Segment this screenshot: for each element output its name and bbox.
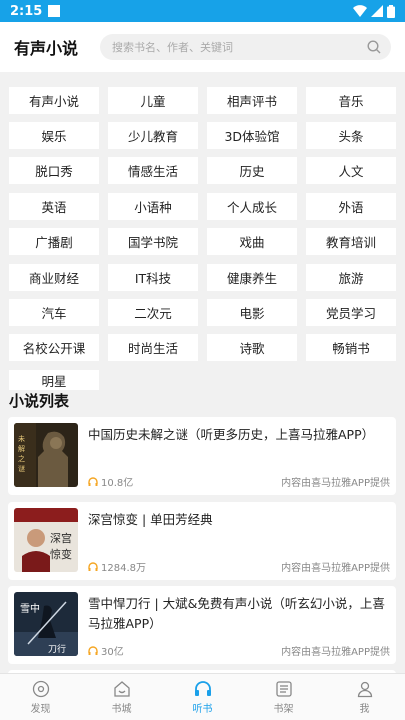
nav-label: 我 [359,703,370,715]
swordsman-cover: 雪中 刀行 [14,592,78,656]
category-item[interactable]: 历史 [207,157,297,184]
play-count: 30亿 [88,643,124,658]
category-item[interactable]: 外语 [306,193,396,220]
storyteller-cover: 深宫 惊变 [14,508,78,572]
play-count-value: 1284.8万 [101,563,146,574]
nav-label: 听书 [192,703,213,715]
section-title: 小说列表 [9,392,70,410]
nav-discover[interactable]: 发现 [0,674,81,720]
book-title: 深宫惊变 | 单田芳经典 [88,512,213,527]
category-item[interactable]: 相声评书 [207,87,297,114]
search-icon[interactable] [367,40,381,54]
search-bar[interactable] [100,34,391,60]
svg-text:雪中: 雪中 [20,602,40,615]
notification-icon [48,5,61,17]
terracotta-warrior-cover: 未 解 之 谜 [14,423,78,487]
category-item[interactable]: 时尚生活 [108,334,198,361]
headphones-small-icon [88,476,98,486]
book-card[interactable]: 雪中 刀行 雪中悍刀行 | 大斌&免费有声小说（听玄幻小说，上喜马拉雅APP） … [8,586,396,664]
category-item[interactable]: 少儿教育 [108,122,198,149]
category-item[interactable]: 头条 [306,122,396,149]
play-count: 1284.8万 [88,559,146,574]
bottom-nav: 发现 书城 听书 书架 我 [0,673,405,720]
provider-note: 内容由喜马拉雅APP提供 [281,647,390,658]
bookshelf-icon [275,680,292,697]
headphones-icon [194,680,211,696]
category-item[interactable]: 英语 [9,193,99,220]
category-item[interactable]: 脱口秀 [9,157,99,184]
status-bar: 2:15 [0,0,405,22]
category-item[interactable]: 健康养生 [207,264,297,291]
provider-note: 内容由喜马拉雅APP提供 [281,563,390,574]
nav-bookshelf[interactable]: 书架 [243,674,324,720]
bookstore-icon [113,680,130,697]
category-item[interactable]: 广播剧 [9,228,99,255]
nav-label: 发现 [30,703,51,715]
category-item[interactable]: 音乐 [306,87,396,114]
search-input[interactable] [112,40,367,54]
clock: 2:15 [10,3,43,19]
category-item[interactable]: 明星 [9,370,99,390]
category-item[interactable]: 儿童 [108,87,198,114]
page-title: 有声小说 [14,39,79,58]
nav-listen[interactable]: 听书 [162,674,243,720]
category-item[interactable]: 二次元 [108,299,198,326]
svg-text:谜: 谜 [18,464,25,473]
play-count-value: 30亿 [101,647,124,658]
headphones-small-icon [88,645,98,655]
category-item[interactable]: 国学书院 [108,228,198,255]
nav-bookstore[interactable]: 书城 [81,674,162,720]
compass-icon [32,680,49,697]
category-item[interactable]: 个人成长 [207,193,297,220]
svg-text:惊变: 惊变 [50,547,72,561]
svg-text:深宫: 深宫 [50,531,72,545]
category-item[interactable]: 旅游 [306,264,396,291]
category-item[interactable]: 畅销书 [306,334,396,361]
category-item[interactable]: 党员学习 [306,299,396,326]
svg-text:解: 解 [18,444,25,453]
category-item[interactable]: 人文 [306,157,396,184]
user-icon [357,681,372,697]
provider-note: 内容由喜马拉雅APP提供 [281,478,390,489]
category-item[interactable]: 小语种 [108,193,198,220]
book-card[interactable]: 未 解 之 谜 中国历史未解之谜（听更多历史，上喜马拉雅APP） 10.8亿 内… [8,417,396,495]
signal-icon [371,5,383,17]
category-item[interactable]: 诗歌 [207,334,297,361]
category-item[interactable]: IT科技 [108,264,198,291]
book-card[interactable]: 深宫 惊变 深宫惊变 | 单田芳经典 1284.8万 内容由喜马拉雅APP提供 [8,502,396,580]
svg-text:之: 之 [18,454,25,463]
category-item[interactable]: 情感生活 [108,157,198,184]
battery-icon [387,4,395,18]
nav-label: 书架 [273,703,294,715]
play-count-value: 10.8亿 [101,478,134,489]
book-title: 雪中悍刀行 | 大斌&免费有声小说（听玄幻小说，上喜马拉雅APP） [88,596,385,631]
category-item[interactable]: 3D体验馆 [207,122,297,149]
category-item[interactable]: 有声小说 [9,87,99,114]
category-item[interactable]: 戏曲 [207,228,297,255]
category-item[interactable]: 商业财经 [9,264,99,291]
svg-text:刀行: 刀行 [48,643,66,655]
svg-text:未: 未 [18,434,25,443]
wifi-icon [353,5,367,17]
category-item[interactable]: 娱乐 [9,122,99,149]
book-title: 中国历史未解之谜（听更多历史，上喜马拉雅APP） [88,427,375,442]
category-item[interactable]: 教育培训 [306,228,396,255]
nav-me[interactable]: 我 [324,674,405,720]
category-item[interactable]: 名校公开课 [9,334,99,361]
nav-label: 书城 [111,703,132,715]
category-item[interactable]: 汽车 [9,299,99,326]
category-item[interactable]: 电影 [207,299,297,326]
headphones-small-icon [88,561,98,571]
play-count: 10.8亿 [88,474,133,489]
app-header: 有声小说 [0,22,405,72]
